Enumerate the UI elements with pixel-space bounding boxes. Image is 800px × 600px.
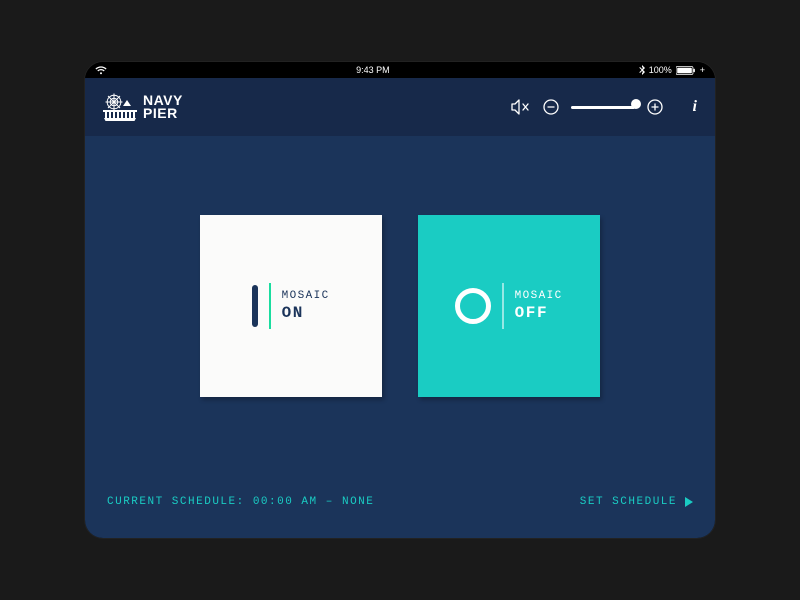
volume-up-button[interactable] bbox=[647, 99, 663, 115]
chevron-right-icon bbox=[685, 497, 693, 507]
volume-down-button[interactable] bbox=[543, 99, 559, 115]
battery-icon bbox=[676, 66, 696, 75]
app-header: NAVY PIER bbox=[85, 78, 715, 136]
mosaic-on-tile[interactable]: MOSAIC ON bbox=[200, 215, 382, 397]
power-off-icon bbox=[455, 288, 491, 324]
footer: CURRENT SCHEDULE: 00:00 AM – NONE SET SC… bbox=[85, 476, 715, 538]
mosaic-off-tile[interactable]: MOSAIC OFF bbox=[418, 215, 600, 397]
current-schedule-text: CURRENT SCHEDULE: 00:00 AM – NONE bbox=[107, 496, 374, 508]
charging-icon: + bbox=[700, 65, 705, 75]
battery-pct: 100% bbox=[649, 65, 672, 75]
logo-text-line2: PIER bbox=[143, 107, 183, 120]
minus-circle-icon bbox=[543, 99, 559, 115]
ios-status-bar: 9:43 PM 100% + bbox=[85, 62, 715, 78]
set-schedule-label: SET SCHEDULE bbox=[580, 496, 677, 508]
main-area: MOSAIC ON MOSAIC OFF bbox=[85, 136, 715, 476]
set-schedule-button[interactable]: SET SCHEDULE bbox=[580, 496, 693, 508]
tile-on-state: ON bbox=[282, 304, 330, 322]
wifi-icon bbox=[95, 66, 107, 75]
tablet-frame: 9:43 PM 100% + bbox=[85, 62, 715, 538]
plus-circle-icon bbox=[647, 99, 663, 115]
volume-slider[interactable] bbox=[571, 106, 635, 109]
tile-off-state: OFF bbox=[515, 304, 563, 322]
info-icon: i bbox=[693, 98, 697, 116]
header-controls: i bbox=[511, 98, 697, 116]
app-root: NAVY PIER bbox=[85, 78, 715, 538]
tile-divider bbox=[502, 283, 503, 329]
bluetooth-icon bbox=[639, 65, 645, 75]
status-time: 9:43 PM bbox=[356, 65, 390, 75]
brand-logo: NAVY PIER bbox=[103, 92, 183, 122]
tile-on-name: MOSAIC bbox=[282, 290, 330, 302]
pier-building-icon bbox=[103, 92, 137, 122]
speaker-mute-icon bbox=[511, 99, 531, 115]
mute-button[interactable] bbox=[511, 99, 531, 115]
tile-divider bbox=[269, 283, 270, 329]
tile-off-name: MOSAIC bbox=[515, 290, 563, 302]
info-button[interactable]: i bbox=[693, 98, 697, 116]
power-on-icon bbox=[252, 285, 258, 327]
